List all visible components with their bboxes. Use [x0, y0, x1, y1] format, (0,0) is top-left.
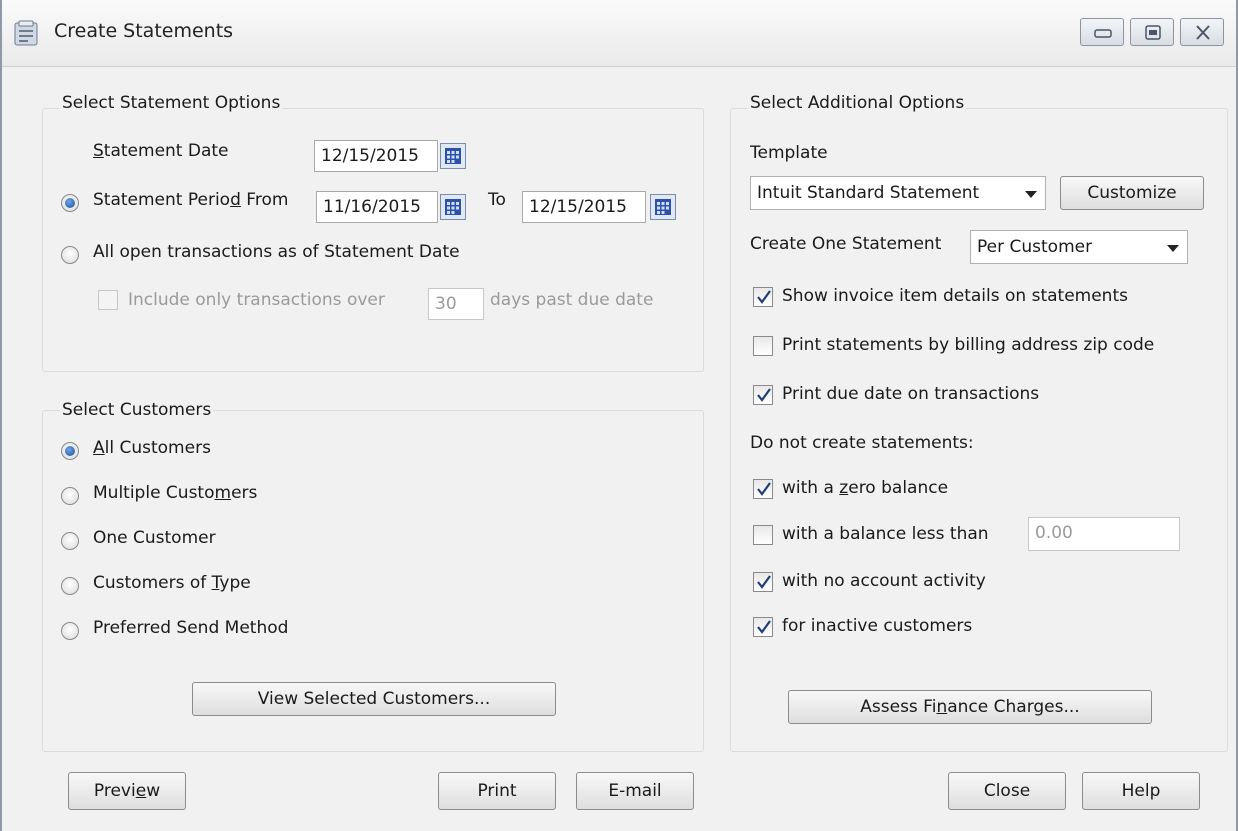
- template-dropdown[interactable]: Intuit Standard Statement: [750, 176, 1046, 210]
- template-value: Intuit Standard Statement: [757, 183, 980, 203]
- multiple-customers-label: Multiple Customers: [93, 483, 258, 503]
- balance-less-than-field[interactable]: 0.00: [1028, 517, 1180, 551]
- days-past-due-label: days past due date: [490, 290, 654, 310]
- zero-balance-checkbox[interactable]: [753, 479, 773, 499]
- show-details-label: Show invoice item details on statements: [782, 286, 1128, 306]
- select-customers-title: Select Customers: [60, 400, 214, 420]
- create-one-statement-value: Per Customer: [977, 237, 1093, 257]
- do-not-create-label: Do not create statements:: [750, 433, 974, 453]
- no-account-activity-checkbox[interactable]: [753, 572, 773, 592]
- customers-of-type-radio[interactable]: [61, 577, 79, 595]
- title-bar: Create Statements: [2, 0, 1236, 67]
- statement-date-label: Statement Date: [93, 141, 229, 161]
- include-only-checkbox[interactable]: [98, 290, 118, 310]
- period-to-calendar-button[interactable]: [650, 194, 676, 220]
- print-button[interactable]: Print: [438, 772, 556, 810]
- calendar-icon: [655, 199, 671, 215]
- create-statements-window: Create Statements Select Statement Optio…: [0, 0, 1238, 831]
- checkmark-icon: [757, 575, 771, 589]
- no-account-activity-label: with no account activity: [782, 571, 986, 591]
- preview-button[interactable]: Preview: [68, 772, 186, 810]
- checkmark-icon: [757, 482, 771, 496]
- include-only-label: Include only transactions over: [128, 290, 385, 310]
- preferred-send-method-label: Preferred Send Method: [93, 618, 289, 638]
- show-details-checkbox[interactable]: [753, 287, 773, 307]
- create-one-statement-label: Create One Statement: [750, 234, 942, 254]
- additional-options-title: Select Additional Options: [748, 93, 967, 113]
- balance-less-than-label: with a balance less than: [782, 524, 989, 544]
- statement-period-label: Statement Period From: [93, 190, 289, 210]
- chevron-down-icon: [1025, 191, 1037, 198]
- print-due-date-label: Print due date on transactions: [782, 384, 1040, 404]
- close-icon: [1196, 25, 1210, 40]
- template-label: Template: [750, 143, 828, 163]
- statement-date-calendar-button[interactable]: [440, 143, 466, 169]
- days-past-due-field[interactable]: 30: [428, 288, 484, 320]
- calendar-icon: [445, 148, 461, 164]
- all-customers-label: All Customers: [93, 438, 211, 458]
- calendar-icon: [445, 199, 461, 215]
- print-zip-label: Print statements by billing address zip …: [782, 335, 1155, 355]
- period-from-field[interactable]: 11/16/2015: [316, 191, 438, 223]
- checkmark-icon: [757, 388, 771, 402]
- window-title: Create Statements: [54, 20, 234, 42]
- checkmark-icon: [757, 290, 771, 304]
- period-to-field[interactable]: 12/15/2015: [522, 191, 646, 223]
- one-customer-radio[interactable]: [61, 532, 79, 550]
- period-from-calendar-button[interactable]: [440, 194, 466, 220]
- zero-balance-label: with a zero balance: [782, 478, 949, 498]
- customers-of-type-label: Customers of Type: [93, 573, 251, 593]
- restore-button[interactable]: [1130, 18, 1174, 46]
- close-window-button[interactable]: [1180, 18, 1224, 46]
- all-open-transactions-radio[interactable]: [61, 246, 79, 264]
- multiple-customers-radio[interactable]: [61, 487, 79, 505]
- chevron-down-icon: [1167, 245, 1179, 252]
- inactive-customers-label: for inactive customers: [782, 616, 973, 636]
- minimize-icon: [1094, 29, 1112, 38]
- customize-button[interactable]: Customize: [1060, 176, 1204, 210]
- assess-finance-charges-button[interactable]: Assess Finance Charges...: [788, 690, 1152, 724]
- all-customers-radio[interactable]: [61, 442, 79, 460]
- statement-app-icon: [14, 20, 38, 46]
- create-one-statement-dropdown[interactable]: Per Customer: [970, 230, 1188, 264]
- statement-date-field[interactable]: 12/15/2015: [314, 140, 438, 172]
- close-button[interactable]: Close: [948, 772, 1066, 810]
- email-button[interactable]: E-mail: [576, 772, 694, 810]
- checkmark-icon: [757, 620, 771, 634]
- preferred-send-method-radio[interactable]: [61, 622, 79, 640]
- all-open-transactions-label: All open transactions as of Statement Da…: [93, 242, 460, 262]
- restore-icon: [1145, 25, 1161, 40]
- print-due-date-checkbox[interactable]: [753, 385, 773, 405]
- help-button[interactable]: Help: [1082, 772, 1200, 810]
- to-label: To: [488, 190, 506, 210]
- print-zip-checkbox[interactable]: [753, 336, 773, 356]
- minimize-button[interactable]: [1080, 18, 1124, 46]
- inactive-customers-checkbox[interactable]: [753, 617, 773, 637]
- statement-options-title: Select Statement Options: [60, 93, 283, 113]
- balance-less-than-checkbox[interactable]: [753, 525, 773, 545]
- view-selected-customers-button[interactable]: View Selected Customers...: [192, 682, 556, 716]
- one-customer-label: One Customer: [93, 528, 216, 548]
- statement-period-radio[interactable]: [61, 194, 79, 212]
